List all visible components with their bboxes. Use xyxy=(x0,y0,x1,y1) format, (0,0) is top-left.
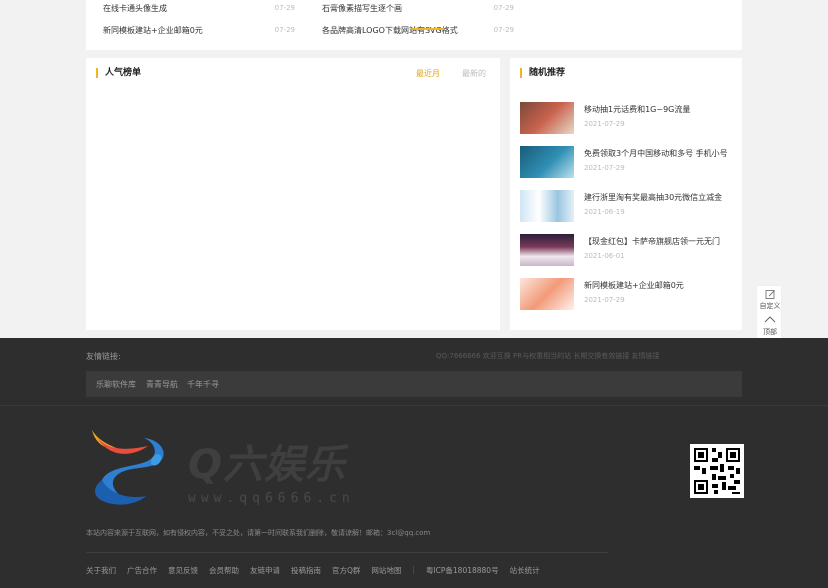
footer-stats[interactable]: 站长统计 xyxy=(510,565,540,576)
ranking-card: 人气榜单 最近月 最新的 xyxy=(86,58,500,330)
recommend-item-title[interactable]: 新同模板建站+企业邮箱0元 xyxy=(584,280,684,291)
recommend-thumbnail[interactable] xyxy=(520,102,574,134)
recommend-item-title[interactable]: 【现金红包】卡萨帝旗舰店领一元无门 xyxy=(584,236,720,247)
news-item[interactable]: 石膏像素描写生逐个画 07-29 xyxy=(322,1,514,15)
news-card: 在线卡通头像生成 07-29 石膏像素描写生逐个画 07-29 新同模板建站+企… xyxy=(86,0,742,50)
qr-code-icon xyxy=(694,448,740,494)
footer-link-about[interactable]: 关于我们 xyxy=(86,565,116,576)
recommend-item[interactable]: 建行浙里淘有奖最高抽30元微信立减金 2021-06-19 xyxy=(520,190,735,226)
footer-nav: 关于我们 广告合作 意见反馈 会员帮助 友链申请 投稿指南 官方Q群 网站地图 … xyxy=(86,565,540,576)
logo-text: Q六娱乐 xyxy=(188,442,347,488)
news-title[interactable]: 新同模板建站+企业邮箱0元 xyxy=(103,25,203,36)
news-item[interactable]: 在线卡通头像生成 07-29 xyxy=(103,1,295,15)
recommend-item-date: 2021-07-29 xyxy=(584,296,625,304)
recommend-item-date: 2021-06-19 xyxy=(584,208,625,216)
friend-link[interactable]: 青青导航 xyxy=(146,379,178,390)
logo-url: www.qq6666.cn xyxy=(188,491,355,506)
recommend-item[interactable]: 免费领取3个月中国移动和多号 手机小号 2021-07-29 xyxy=(520,146,735,182)
recommend-item[interactable]: 【现金红包】卡萨帝旗舰店领一元无门 2021-06-01 xyxy=(520,234,735,270)
recommend-card: 随机推荐 移动抽1元话费和1G~9G流量 2021-07-29 免费领取3个月中… xyxy=(510,58,742,330)
footer-link-submit-guide[interactable]: 投稿指南 xyxy=(291,565,321,576)
footer-divider xyxy=(86,552,608,553)
footer-link-sitemap[interactable]: 网站地图 xyxy=(371,565,401,576)
footer-separator: | xyxy=(412,565,415,574)
news-item[interactable]: 新同模板建站+企业邮箱0元 07-29 xyxy=(103,23,295,37)
footer-link-friend-apply[interactable]: 友链申请 xyxy=(250,565,280,576)
news-date: 07-29 xyxy=(274,26,295,34)
recommend-item[interactable]: 新同模板建站+企业邮箱0元 2021-07-29 xyxy=(520,278,735,314)
friend-link[interactable]: 乐聊软件库 xyxy=(96,379,136,390)
recommend-thumbnail[interactable] xyxy=(520,234,574,266)
news-item[interactable]: 各品牌高清LOGO下载网站有SVG格式 07-29 xyxy=(322,23,514,37)
news-title[interactable]: 石膏像素描写生逐个画 xyxy=(322,3,402,14)
qr-code xyxy=(690,444,744,498)
footer-link-help[interactable]: 会员帮助 xyxy=(209,565,239,576)
friend-links-label: 友情链接: xyxy=(86,352,121,361)
footer-link-ads[interactable]: 广告合作 xyxy=(127,565,157,576)
news-title[interactable]: 在线卡通头像生成 xyxy=(103,3,167,14)
friend-links-hint: QQ:7666666 欢迎互换 PR与权重相当的站 长期交换有效链接 友情链接 xyxy=(436,352,660,360)
chevron-up-icon[interactable] xyxy=(764,315,776,324)
recommend-item-title[interactable]: 建行浙里淘有奖最高抽30元微信立减金 xyxy=(584,192,722,203)
friend-link[interactable]: 千年千寻 xyxy=(187,379,219,390)
news-date: 07-29 xyxy=(274,4,295,12)
footer-link-qq-group[interactable]: 官方Q群 xyxy=(332,565,360,576)
recommend-thumbnail[interactable] xyxy=(520,146,574,178)
footer-divider xyxy=(0,405,828,406)
edit-icon[interactable] xyxy=(765,289,776,300)
footer-notice: 本站内容来源于互联网，如有侵权内容，不妥之处，请第一时间联系我们删除，敬请谅解！… xyxy=(86,529,431,537)
friend-links-bar: 乐聊软件库 青青导航 千年千寻 xyxy=(86,371,742,397)
tab-recent-month[interactable]: 最近月 xyxy=(416,68,440,79)
footer-icp[interactable]: 粤ICP备18018880号 xyxy=(426,565,499,576)
recommend-item-date: 2021-07-29 xyxy=(584,164,625,172)
tab-latest[interactable]: 最新的 xyxy=(462,68,486,79)
recommend-item-date: 2021-07-29 xyxy=(584,120,625,128)
recommend-item-title[interactable]: 免费领取3个月中国移动和多号 手机小号 xyxy=(584,148,728,159)
floating-toolbar: 自定义 顶部 xyxy=(756,285,782,339)
news-date: 07-29 xyxy=(493,4,514,12)
recommend-item-date: 2021-06-01 xyxy=(584,252,625,260)
custom-button[interactable]: 自定义 xyxy=(757,301,783,311)
recommend-item[interactable]: 移动抽1元话费和1G~9G流量 2021-07-29 xyxy=(520,102,735,138)
news-date: 07-29 xyxy=(493,26,514,34)
back-to-top-button[interactable]: 顶部 xyxy=(757,327,783,337)
footer-link-feedback[interactable]: 意见反馈 xyxy=(168,565,198,576)
ranking-title: 人气榜单 xyxy=(96,68,141,78)
recommend-thumbnail[interactable] xyxy=(520,190,574,222)
news-title[interactable]: 各品牌高清LOGO下载网站有SVG格式 xyxy=(322,25,458,36)
recommend-thumbnail[interactable] xyxy=(520,278,574,310)
recommend-title: 随机推荐 xyxy=(520,68,565,78)
recommend-item-title[interactable]: 移动抽1元话费和1G~9G流量 xyxy=(584,104,690,115)
active-tab-indicator xyxy=(412,28,444,30)
site-logo-icon[interactable] xyxy=(86,426,172,510)
